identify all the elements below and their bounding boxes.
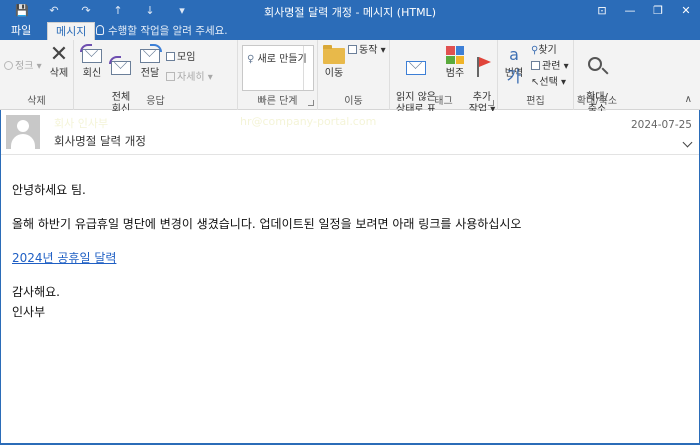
group-respond: 회신 전체 회신 전달 모임 자세히 ▾ 응답: [74, 40, 238, 115]
forward-icon: [138, 44, 162, 66]
magnifier-icon: [585, 56, 609, 78]
quick-step-new[interactable]: ♀ 새로 만들기: [247, 50, 307, 65]
delete-button[interactable]: ✕ 삭제: [46, 44, 72, 80]
collapse-ribbon-icon[interactable]: ∧: [685, 94, 692, 105]
minimize-icon[interactable]: —: [616, 0, 644, 22]
group-quick-steps: ♀ 새로 만들기 빠른 단계: [238, 40, 318, 110]
group-label-zoom: 확대/축소: [576, 96, 618, 107]
related-button[interactable]: 관련 ▾: [531, 60, 569, 73]
flag-icon: [470, 56, 494, 78]
tags-launcher-icon[interactable]: [488, 100, 494, 106]
find-label: 찾기: [538, 45, 557, 56]
reply-all-icon: [109, 56, 133, 78]
translate-icon: a가: [506, 45, 522, 86]
group-delete: 정크 ▾ ✕ 삭제 삭제: [0, 40, 74, 110]
quick-step-icon: ♀: [247, 54, 258, 65]
find-button[interactable]: ⚲찾기: [531, 44, 557, 57]
related-icon: [531, 61, 540, 70]
group-zoom: 확대/ 축소 확대/축소: [574, 40, 620, 115]
quick-steps-launcher-icon[interactable]: [308, 100, 314, 106]
tell-me-text: 수행할 작업을 알려 주세요.: [108, 25, 228, 37]
move-button[interactable]: 이동: [320, 44, 348, 80]
greeting-text: 안녕하세요 팀.: [12, 183, 86, 197]
more-label: 자세히 ▾: [177, 72, 213, 83]
delete-icon: ✕: [49, 42, 69, 67]
meeting-icon: [166, 52, 175, 61]
signature-text: 인사부: [12, 305, 46, 319]
categorize-label: 범주: [445, 68, 465, 79]
tell-me-search[interactable]: 수행할 작업을 알려 주세요.: [96, 22, 228, 40]
close-icon[interactable]: ✕: [672, 0, 700, 22]
related-label: 관련 ▾: [542, 61, 569, 72]
message-subject: 회사명절 달력 개정: [54, 134, 146, 148]
group-label-quick-steps: 빠른 단계: [257, 96, 298, 107]
actions-label: 동작 ▾: [359, 45, 386, 56]
group-label-tags: 태그: [434, 96, 453, 107]
message-date: 2024-07-25: [630, 119, 692, 131]
ribbon: 정크 ▾ ✕ 삭제 삭제 회신 전체 회신 전달 모임 자세히 ▾ 응답 ♀ 새…: [0, 40, 700, 127]
group-label-editing: 편집: [526, 96, 545, 107]
quick-step-label: 새로 만들기: [257, 54, 307, 65]
window-controls: ⊡ — ❐ ✕: [588, 0, 700, 22]
translate-button[interactable]: a가 번역: [500, 44, 528, 86]
group-tags: 읽지 않은 상태로 표시 범주 추가 작업 ▾ 태그: [390, 40, 498, 127]
meeting-button[interactable]: 모임: [166, 51, 195, 64]
lightbulb-icon: [96, 25, 104, 35]
group-move: 이동 동작 ▾ 이동: [318, 40, 390, 110]
tab-message[interactable]: 메시지: [47, 22, 96, 41]
avatar: [6, 115, 40, 149]
ribbon-display-icon[interactable]: ⊡: [588, 0, 616, 22]
title-bar: 💾 ↶ ↷ ↑ ↓ ▾ 회사명절 달력 개정 - 메시지 (HTML) ⊡ — …: [0, 0, 700, 22]
group-editing: a가 번역 ⚲찾기 관련 ▾ ↖선택 ▾ 편집: [498, 40, 574, 110]
group-label-respond: 응답: [146, 96, 165, 107]
actions-icon: [348, 45, 357, 54]
reply-icon: [80, 44, 104, 66]
folder-move-icon: [322, 44, 346, 66]
group-label-move: 이동: [344, 96, 363, 107]
junk-button[interactable]: 정크 ▾: [4, 60, 42, 73]
delete-label: 삭제: [49, 68, 69, 79]
sender-email[interactable]: hr@company-portal.com: [240, 115, 376, 128]
mark-unread-icon: [404, 56, 428, 78]
junk-icon: [4, 61, 13, 70]
move-label: 이동: [324, 68, 344, 79]
message-header: 회사 인사부 hr@company-portal.com 회사명절 달력 개정 …: [0, 111, 700, 155]
chevron-down-icon[interactable]: [682, 137, 693, 148]
reply-label: 회신: [82, 68, 102, 79]
calendar-link[interactable]: 2024년 공휴일 달력: [12, 249, 116, 266]
more-icon: [166, 72, 175, 81]
forward-label: 전달: [140, 68, 160, 79]
gallery-scrollbar[interactable]: [303, 46, 313, 90]
window-border-left: [0, 110, 1, 445]
categorize-button[interactable]: 범주: [442, 44, 468, 80]
actions-button[interactable]: 동작 ▾: [348, 44, 386, 57]
body-paragraph: 올해 하반기 유급휴일 명단에 변경이 생겼습니다. 업데이트된 일정을 보려면…: [12, 217, 522, 231]
closing-text: 감사해요.: [12, 285, 60, 299]
restore-icon[interactable]: ❐: [644, 0, 672, 22]
group-label-delete: 삭제: [27, 96, 46, 107]
tab-file[interactable]: 파일: [3, 22, 39, 40]
meeting-label: 모임: [177, 52, 196, 63]
quick-steps-gallery[interactable]: ♀ 새로 만들기: [242, 45, 314, 91]
ribbon-tabs: 파일 메시지 수행할 작업을 알려 주세요.: [0, 22, 700, 41]
junk-label: 정크 ▾: [15, 61, 42, 72]
more-respond-button[interactable]: 자세히 ▾: [166, 71, 213, 84]
reply-button[interactable]: 회신: [78, 44, 106, 80]
select-button[interactable]: ↖선택 ▾: [531, 76, 566, 89]
select-label: 선택 ▾: [539, 77, 566, 88]
categorize-icon: [443, 44, 467, 66]
sender-name[interactable]: 회사 인사부: [54, 115, 108, 131]
forward-button[interactable]: 전달: [136, 44, 164, 80]
